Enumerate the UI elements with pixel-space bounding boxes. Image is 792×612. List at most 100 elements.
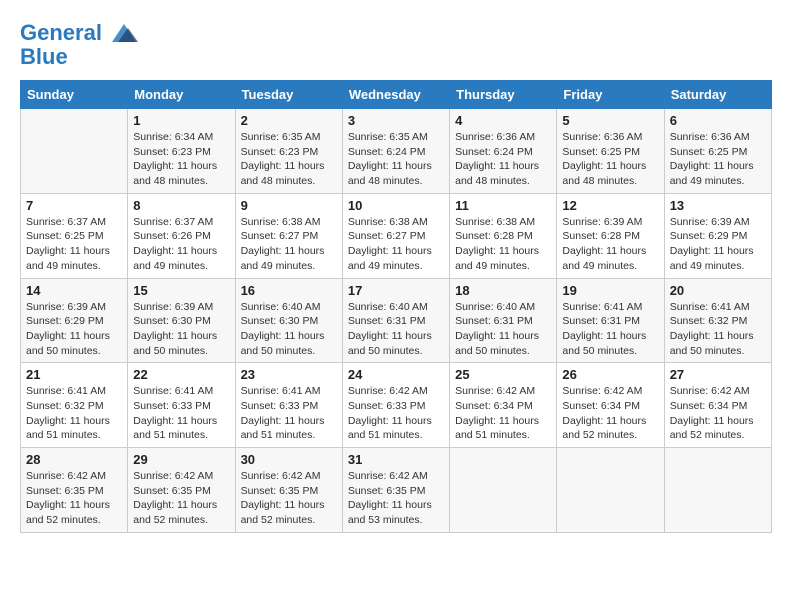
day-number: 28 [26,452,122,467]
calendar-cell [21,109,128,194]
calendar-cell: 9 Sunrise: 6:38 AM Sunset: 6:27 PM Daylig… [235,193,342,278]
cell-content: Sunrise: 6:42 AM Sunset: 6:34 PM Dayligh… [455,384,551,443]
cell-content: Sunrise: 6:36 AM Sunset: 6:25 PM Dayligh… [562,130,658,189]
calendar-cell: 3 Sunrise: 6:35 AM Sunset: 6:24 PM Daylig… [342,109,449,194]
calendar-cell: 7Sunrise: 6:37 AM Sunset: 6:25 PM Daylig… [21,193,128,278]
cell-content: Sunrise: 6:41 AM Sunset: 6:33 PM Dayligh… [133,384,229,443]
cell-content: Sunrise: 6:35 AM Sunset: 6:23 PM Dayligh… [241,130,337,189]
day-number: 25 [455,367,551,382]
calendar-week-1: 1Sunrise: 6:34 AM Sunset: 6:23 PM Daylig… [21,109,772,194]
cell-content: Sunrise: 6:37 AM Sunset: 6:26 PM Dayligh… [133,215,229,274]
day-number: 6 [670,113,766,128]
calendar-week-5: 28 Sunrise: 6:42 AM Sunset: 6:35 PM Dayli… [21,448,772,533]
column-header-thursday: Thursday [450,81,557,109]
calendar-cell: 24 Sunrise: 6:42 AM Sunset: 6:33 PM Dayli… [342,363,449,448]
day-number: 21 [26,367,122,382]
calendar-cell: 2Sunrise: 6:35 AM Sunset: 6:23 PM Daylig… [235,109,342,194]
cell-content: Sunrise: 6:35 AM Sunset: 6:24 PM Dayligh… [348,130,444,189]
cell-content: Sunrise: 6:37 AM Sunset: 6:25 PM Dayligh… [26,215,122,274]
cell-content: Sunrise: 6:41 AM Sunset: 6:32 PM Dayligh… [670,300,766,359]
page-header: General Blue [20,20,772,70]
day-number: 12 [562,198,658,213]
calendar-header: SundayMondayTuesdayWednesdayThursdayFrid… [21,81,772,109]
calendar-cell: 22 Sunrise: 6:41 AM Sunset: 6:33 PM Dayli… [128,363,235,448]
calendar-cell: 14 Sunrise: 6:39 AM Sunset: 6:29 PM Dayli… [21,278,128,363]
column-header-wednesday: Wednesday [342,81,449,109]
calendar-cell [450,448,557,533]
calendar-cell: 16Sunrise: 6:40 AM Sunset: 6:30 PM Dayli… [235,278,342,363]
day-number: 19 [562,283,658,298]
calendar-cell: 23Sunrise: 6:41 AM Sunset: 6:33 PM Dayli… [235,363,342,448]
day-number: 27 [670,367,766,382]
calendar-cell: 21Sunrise: 6:41 AM Sunset: 6:32 PM Dayli… [21,363,128,448]
calendar-cell: 10 Sunrise: 6:38 AM Sunset: 6:27 PM Dayli… [342,193,449,278]
calendar-cell: 31 Sunrise: 6:42 AM Sunset: 6:35 PM Dayli… [342,448,449,533]
calendar-cell: 15Sunrise: 6:39 AM Sunset: 6:30 PM Dayli… [128,278,235,363]
calendar-cell [557,448,664,533]
cell-content: Sunrise: 6:40 AM Sunset: 6:31 PM Dayligh… [455,300,551,359]
column-header-monday: Monday [128,81,235,109]
day-number: 4 [455,113,551,128]
calendar-cell: 20 Sunrise: 6:41 AM Sunset: 6:32 PM Dayli… [664,278,771,363]
day-number: 9 [241,198,337,213]
calendar-cell: 19 Sunrise: 6:41 AM Sunset: 6:31 PM Dayli… [557,278,664,363]
cell-content: Sunrise: 6:40 AM Sunset: 6:31 PM Dayligh… [348,300,444,359]
day-number: 10 [348,198,444,213]
day-number: 13 [670,198,766,213]
cell-content: Sunrise: 6:39 AM Sunset: 6:29 PM Dayligh… [26,300,122,359]
day-number: 26 [562,367,658,382]
day-number: 11 [455,198,551,213]
calendar-cell: 29Sunrise: 6:42 AM Sunset: 6:35 PM Dayli… [128,448,235,533]
calendar-cell: 26 Sunrise: 6:42 AM Sunset: 6:34 PM Dayli… [557,363,664,448]
cell-content: Sunrise: 6:39 AM Sunset: 6:28 PM Dayligh… [562,215,658,274]
day-number: 23 [241,367,337,382]
day-number: 14 [26,283,122,298]
day-number: 5 [562,113,658,128]
calendar-cell: 1Sunrise: 6:34 AM Sunset: 6:23 PM Daylig… [128,109,235,194]
calendar-body: 1Sunrise: 6:34 AM Sunset: 6:23 PM Daylig… [21,109,772,533]
calendar-table: SundayMondayTuesdayWednesdayThursdayFrid… [20,80,772,533]
calendar-cell: 17 Sunrise: 6:40 AM Sunset: 6:31 PM Dayli… [342,278,449,363]
cell-content: Sunrise: 6:38 AM Sunset: 6:27 PM Dayligh… [348,215,444,274]
calendar-cell: 28 Sunrise: 6:42 AM Sunset: 6:35 PM Dayli… [21,448,128,533]
cell-content: Sunrise: 6:39 AM Sunset: 6:29 PM Dayligh… [670,215,766,274]
cell-content: Sunrise: 6:36 AM Sunset: 6:25 PM Dayligh… [670,130,766,189]
cell-content: Sunrise: 6:38 AM Sunset: 6:27 PM Dayligh… [241,215,337,274]
cell-content: Sunrise: 6:41 AM Sunset: 6:31 PM Dayligh… [562,300,658,359]
calendar-week-3: 14 Sunrise: 6:39 AM Sunset: 6:29 PM Dayli… [21,278,772,363]
day-number: 30 [241,452,337,467]
cell-content: Sunrise: 6:42 AM Sunset: 6:35 PM Dayligh… [348,469,444,528]
day-number: 8 [133,198,229,213]
day-number: 17 [348,283,444,298]
calendar-cell: 18 Sunrise: 6:40 AM Sunset: 6:31 PM Dayli… [450,278,557,363]
cell-content: Sunrise: 6:34 AM Sunset: 6:23 PM Dayligh… [133,130,229,189]
logo: General Blue [20,20,138,70]
day-number: 18 [455,283,551,298]
cell-content: Sunrise: 6:36 AM Sunset: 6:24 PM Dayligh… [455,130,551,189]
day-number: 3 [348,113,444,128]
day-number: 24 [348,367,444,382]
calendar-week-4: 21Sunrise: 6:41 AM Sunset: 6:32 PM Dayli… [21,363,772,448]
column-header-saturday: Saturday [664,81,771,109]
calendar-cell: 13 Sunrise: 6:39 AM Sunset: 6:29 PM Dayli… [664,193,771,278]
cell-content: Sunrise: 6:42 AM Sunset: 6:33 PM Dayligh… [348,384,444,443]
day-number: 16 [241,283,337,298]
day-number: 29 [133,452,229,467]
day-number: 31 [348,452,444,467]
calendar-cell: 27 Sunrise: 6:42 AM Sunset: 6:34 PM Dayli… [664,363,771,448]
cell-content: Sunrise: 6:42 AM Sunset: 6:35 PM Dayligh… [241,469,337,528]
cell-content: Sunrise: 6:38 AM Sunset: 6:28 PM Dayligh… [455,215,551,274]
calendar-cell: 12 Sunrise: 6:39 AM Sunset: 6:28 PM Dayli… [557,193,664,278]
calendar-cell: 8 Sunrise: 6:37 AM Sunset: 6:26 PM Daylig… [128,193,235,278]
calendar-cell: 6 Sunrise: 6:36 AM Sunset: 6:25 PM Daylig… [664,109,771,194]
cell-content: Sunrise: 6:42 AM Sunset: 6:34 PM Dayligh… [562,384,658,443]
cell-content: Sunrise: 6:42 AM Sunset: 6:34 PM Dayligh… [670,384,766,443]
column-header-friday: Friday [557,81,664,109]
calendar-cell [664,448,771,533]
day-number: 22 [133,367,229,382]
calendar-cell: 5 Sunrise: 6:36 AM Sunset: 6:25 PM Daylig… [557,109,664,194]
cell-content: Sunrise: 6:42 AM Sunset: 6:35 PM Dayligh… [26,469,122,528]
column-header-sunday: Sunday [21,81,128,109]
day-number: 20 [670,283,766,298]
calendar-cell: 25 Sunrise: 6:42 AM Sunset: 6:34 PM Dayli… [450,363,557,448]
